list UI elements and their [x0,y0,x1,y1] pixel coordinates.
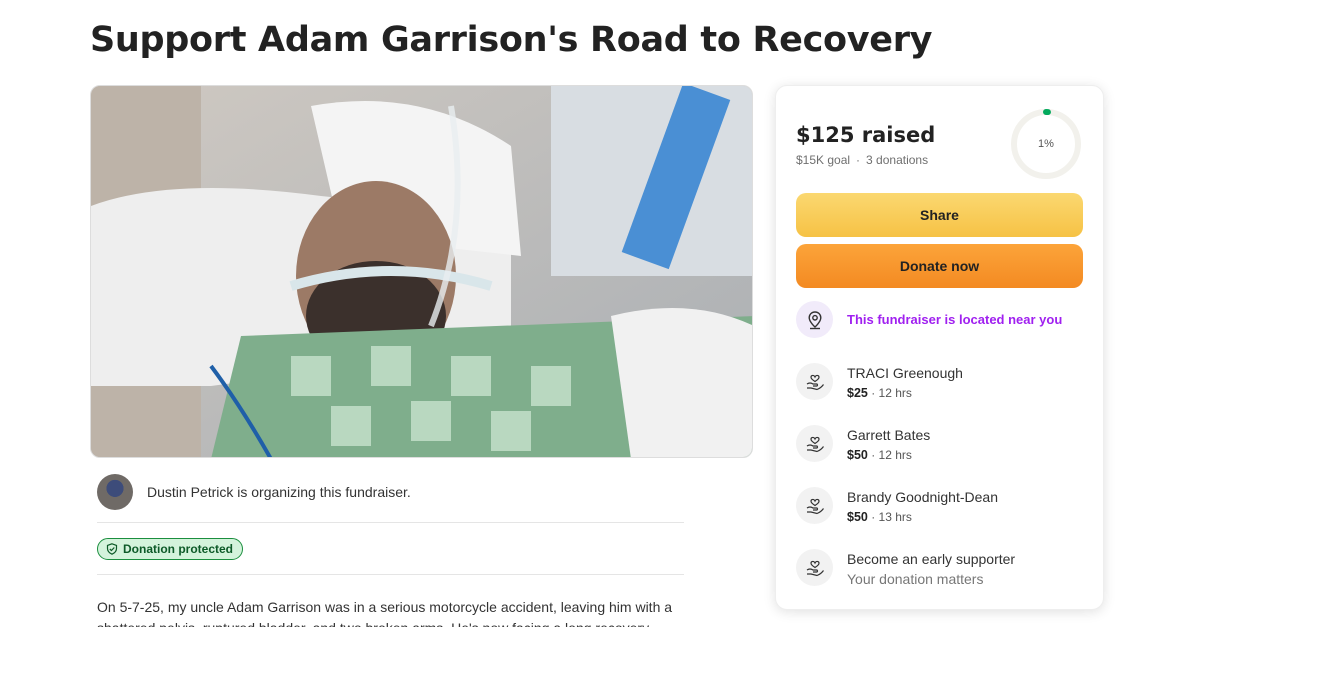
donation-card: $125 raised $15K goal · 3 donations 1% Sha… [775,85,1104,610]
donor-amount: $50 [847,510,868,524]
shield-check-icon [106,543,118,555]
nearby-row[interactable]: This fundraiser is located near you [796,301,1086,345]
organizer-row: Dustin Petrick is organizing this fundra… [97,473,684,523]
page-title: Support Adam Garrison's Road to Recovery [90,20,933,60]
donor-amount: $50 [847,448,868,462]
location-pin-icon [796,301,833,338]
donor-time: · 12 hrs [867,448,912,462]
hero-image[interactable] [90,85,753,458]
donor-name: TRACI Greenough [847,365,963,381]
meta-separator: · [856,153,861,167]
organizer-text: Dustin Petrick is organizing this fundra… [147,483,411,500]
donor-detail: $50 · 13 hrs [847,510,912,524]
donor-time: · 13 hrs [867,510,912,524]
goal-amount: $15K goal [796,153,851,167]
donor-detail: $25 · 12 hrs [847,386,912,400]
donation-count: 3 donations [866,153,929,167]
early-supporter-title: Become an early supporter [847,551,1016,567]
early-supporter-subtitle: Your donation matters [847,571,984,587]
donor-row: TRACI Greenough $25 · 12 hrs [796,363,1086,407]
heart-hand-icon [796,487,833,524]
goal-meta: $15K goal · 3 donations [796,153,928,167]
heart-hand-icon [796,363,833,400]
early-supporter-row: Become an early supporter Your donation … [796,549,1086,593]
nearby-label: This fundraiser is located near you [847,312,1063,327]
amount-raised: $125 raised [796,123,936,147]
hospital-bed-photo [91,86,752,457]
donation-protected-label: Donation protected [123,542,233,556]
donor-row: Brandy Goodnight-Dean $50 · 13 hrs [796,487,1086,531]
donation-protection-row: Donation protected [97,524,684,575]
donor-name: Brandy Goodnight-Dean [847,489,998,505]
share-button[interactable]: Share [796,193,1083,237]
heart-hand-icon [796,425,833,462]
story-text: On 5-7-25, my uncle Adam Garrison was in… [97,599,673,627]
donor-time: · 12 hrs [867,386,912,400]
progress-percent: 1% [1038,138,1054,150]
donor-row: Garrett Bates $50 · 12 hrs [796,425,1086,469]
donation-protected-badge[interactable]: Donation protected [97,538,243,560]
donor-detail: $50 · 12 hrs [847,448,912,462]
organizer-avatar[interactable] [97,473,133,510]
donor-amount: $25 [847,386,868,400]
donate-now-button[interactable]: Donate now [796,244,1083,288]
heart-hand-icon [796,549,833,586]
donor-name: Garrett Bates [847,427,931,443]
